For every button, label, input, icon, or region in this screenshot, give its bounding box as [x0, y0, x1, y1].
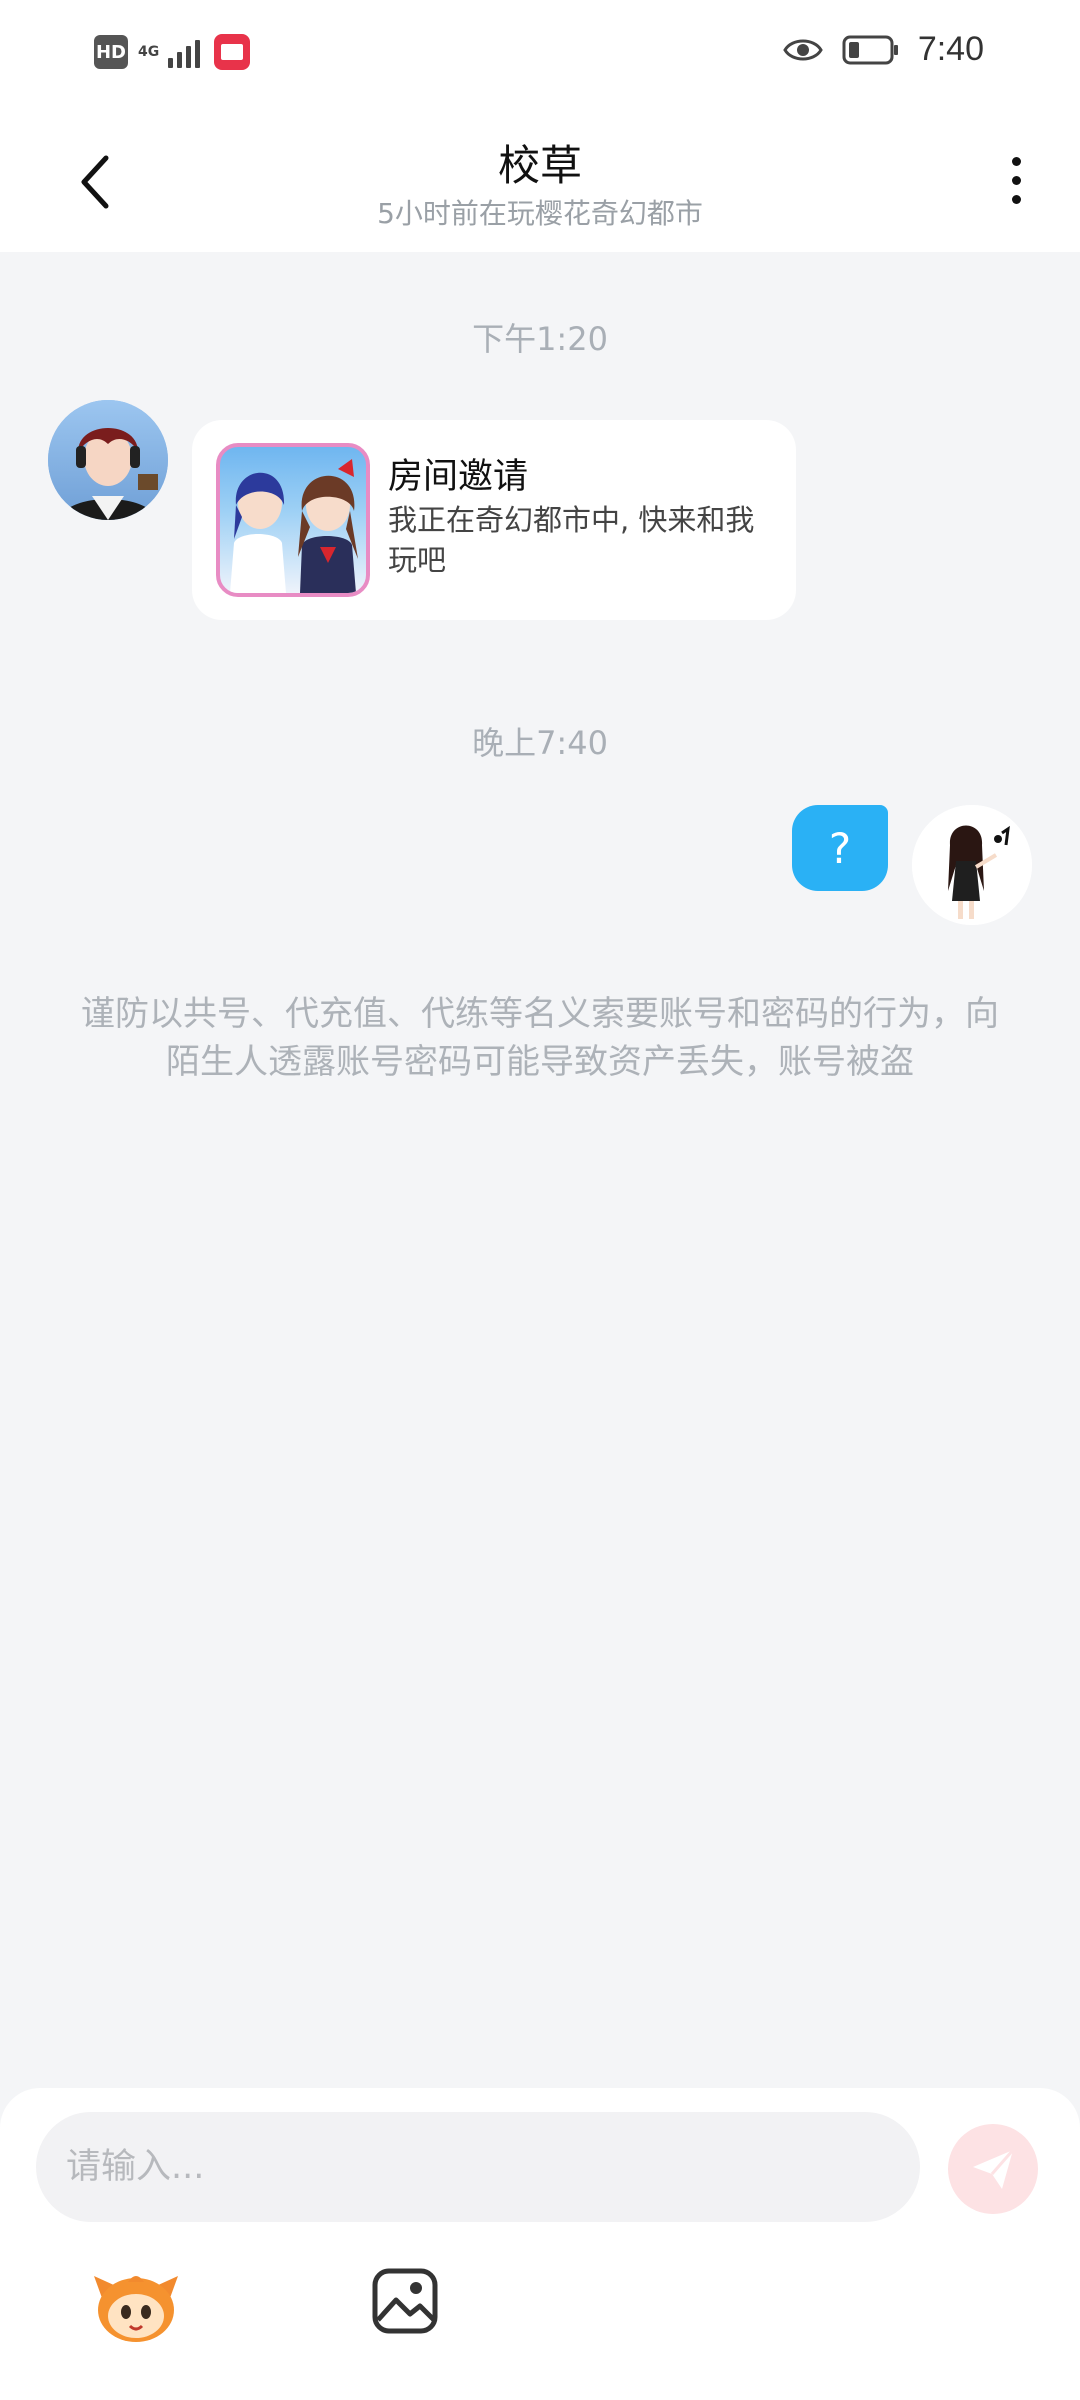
message-timestamp: 下午1:20	[472, 320, 608, 358]
chat-header: 校草 5小时前在玩樱花奇幻都市	[0, 108, 1080, 252]
emoji-button[interactable]	[92, 2268, 180, 2344]
sent-message-text: ?	[828, 823, 852, 873]
message-input[interactable]	[36, 2112, 920, 2222]
more-options-button[interactable]	[996, 148, 1036, 212]
invite-title: 房间邀请	[388, 457, 529, 497]
avatar-image	[48, 400, 168, 520]
battery-icon	[842, 35, 898, 64]
image-button[interactable]	[370, 2266, 440, 2336]
safety-warning: 谨防以共号、代充值、代练等名义索要账号和密码的行为，向陌生人透露账号密码可能导致…	[81, 994, 999, 1082]
my-avatar[interactable]	[912, 805, 1032, 925]
network-type: 4G	[138, 44, 160, 60]
status-bar: HD 4G 7:40	[0, 0, 1080, 108]
more-vertical-icon	[1011, 156, 1021, 166]
status-right: 7:40	[782, 30, 984, 69]
avatar-image	[912, 805, 1032, 925]
input-panel	[0, 2088, 1080, 2400]
contact-avatar[interactable]	[48, 400, 168, 520]
send-button[interactable]	[948, 2124, 1038, 2214]
emoji-mascot-icon	[94, 2276, 178, 2342]
send-icon	[973, 2149, 1015, 2189]
status-left: HD 4G	[94, 34, 250, 70]
eye-icon	[783, 39, 823, 60]
contact-name: 校草	[497, 141, 582, 190]
signal-icon	[168, 36, 200, 68]
hd-icon: HD	[94, 35, 128, 69]
invite-description: 我正在奇幻都市中, 快来和我玩吧	[388, 503, 755, 577]
message-timestamp: 晚上7:40	[472, 724, 608, 762]
image-icon	[372, 2268, 438, 2334]
book-app-icon	[214, 34, 250, 70]
status-time: 7:40	[917, 30, 984, 68]
game-thumbnail	[216, 443, 370, 597]
room-invite-card[interactable]: 房间邀请 我正在奇幻都市中, 快来和我玩吧	[192, 420, 796, 620]
sent-message-bubble[interactable]: ?	[792, 805, 888, 891]
contact-status: 5小时前在玩樱花奇幻都市	[377, 197, 703, 230]
